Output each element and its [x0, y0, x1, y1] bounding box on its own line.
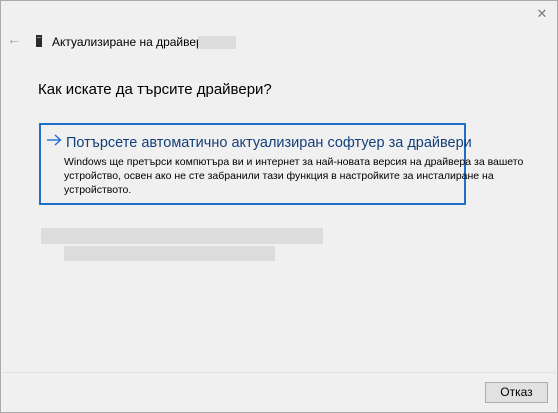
- close-icon[interactable]: ✕: [533, 5, 551, 23]
- cancel-button[interactable]: Отказ: [485, 382, 548, 403]
- redacted-option-line-2: [64, 246, 275, 261]
- dialog-footer: Отказ: [2, 372, 556, 411]
- dialog-title: Актуализиране на драйвери: [52, 35, 210, 49]
- arrow-right-icon: [47, 134, 62, 146]
- page-heading: Как искате да търсите драйвери?: [38, 81, 272, 98]
- option-description: Windows ще претърси компютъра ви и интер…: [64, 156, 524, 196]
- title-redaction: [198, 36, 236, 49]
- update-drivers-dialog: ✕ ← Актуализиране на драйвери Как искате…: [0, 0, 558, 413]
- device-icon: [36, 35, 42, 47]
- option-title: Потърсете автоматично актуализиран софту…: [66, 135, 472, 151]
- search-automatically-option[interactable]: Потърсете автоматично актуализиран софту…: [39, 123, 523, 205]
- back-arrow-icon[interactable]: ←: [6, 31, 22, 47]
- redacted-option-line-1: [41, 228, 323, 244]
